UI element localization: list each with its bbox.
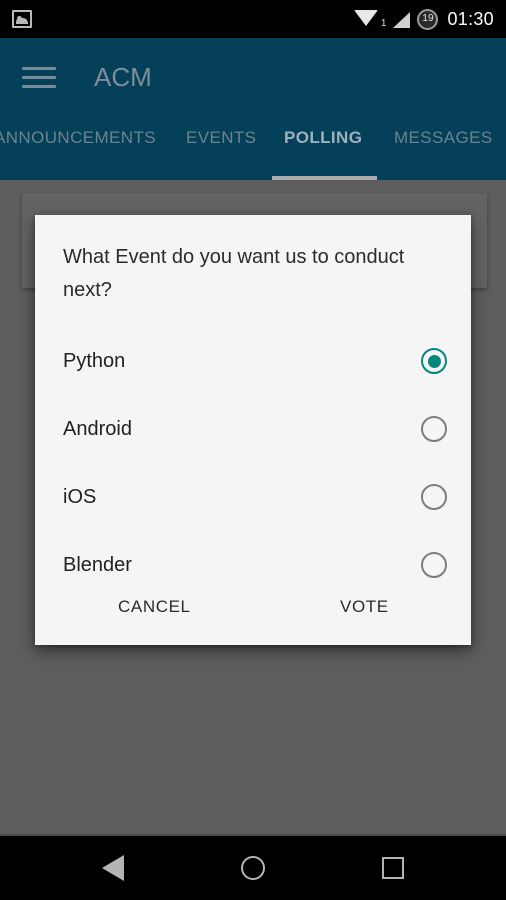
- poll-option-android[interactable]: Android: [35, 395, 471, 463]
- hamburger-line: [22, 84, 56, 88]
- recents-icon: [382, 857, 404, 879]
- hamburger-line: [22, 75, 56, 79]
- dialog-title: What Event do you want us to conduct nex…: [63, 246, 405, 301]
- tab-announcements[interactable]: ANNOUNCEMENTS: [0, 128, 156, 148]
- navigation-bar: [0, 834, 506, 900]
- tab-polling[interactable]: POLLING: [284, 128, 362, 148]
- poll-option-ios[interactable]: iOS: [35, 463, 471, 531]
- radio-button-python[interactable]: [421, 348, 447, 374]
- android-screen: 1 19 01:30 ACM ANNOUNCEMENTS EVENTS POLL…: [0, 0, 506, 900]
- app-bar-top-row: ACM: [0, 38, 506, 116]
- battery-level-label: 19: [422, 13, 434, 24]
- nav-recents-button[interactable]: [343, 836, 443, 900]
- tab-indicator: [272, 176, 377, 180]
- clock-label: 01:30: [447, 8, 494, 29]
- tab-bar: ANNOUNCEMENTS EVENTS POLLING MESSAGES: [0, 118, 506, 180]
- poll-dialog: What Event do you want us to conduct nex…: [35, 215, 471, 645]
- poll-option-label: Python: [63, 349, 126, 372]
- radio-button-android[interactable]: [421, 416, 447, 442]
- poll-options-list: Python Android iOS Blender: [35, 327, 471, 599]
- vote-button[interactable]: VOTE: [330, 589, 399, 625]
- hamburger-menu-icon[interactable]: [22, 66, 56, 88]
- hamburger-line: [22, 66, 56, 70]
- battery-icon: 19: [417, 8, 439, 30]
- photo-notification-icon: [12, 10, 32, 28]
- app-title: ACM: [94, 61, 152, 92]
- cellular-signal-icon: [393, 12, 411, 28]
- radio-button-ios[interactable]: [421, 484, 447, 510]
- nav-home-button[interactable]: [203, 836, 303, 900]
- poll-option-label: iOS: [63, 485, 97, 508]
- poll-option-label: Blender: [63, 553, 132, 576]
- wifi-icon: [353, 10, 378, 26]
- cancel-button[interactable]: CANCEL: [108, 589, 201, 625]
- poll-option-python[interactable]: Python: [35, 327, 471, 395]
- poll-option-label: Android: [63, 417, 132, 440]
- home-icon: [241, 856, 265, 880]
- status-bar: 1 19 01:30: [0, 0, 506, 38]
- tab-messages[interactable]: MESSAGES: [394, 128, 493, 148]
- nav-back-button[interactable]: [63, 836, 163, 900]
- app-bar: ACM ANNOUNCEMENTS EVENTS POLLING MESSAGE…: [0, 38, 506, 180]
- sim-indicator-label: 1: [380, 17, 387, 29]
- tab-events[interactable]: EVENTS: [186, 128, 256, 148]
- dialog-action-bar: CANCEL VOTE: [35, 575, 471, 645]
- status-bar-left: [12, 10, 354, 28]
- status-bar-right: 1 19 01:30: [353, 8, 494, 30]
- back-icon: [102, 855, 124, 881]
